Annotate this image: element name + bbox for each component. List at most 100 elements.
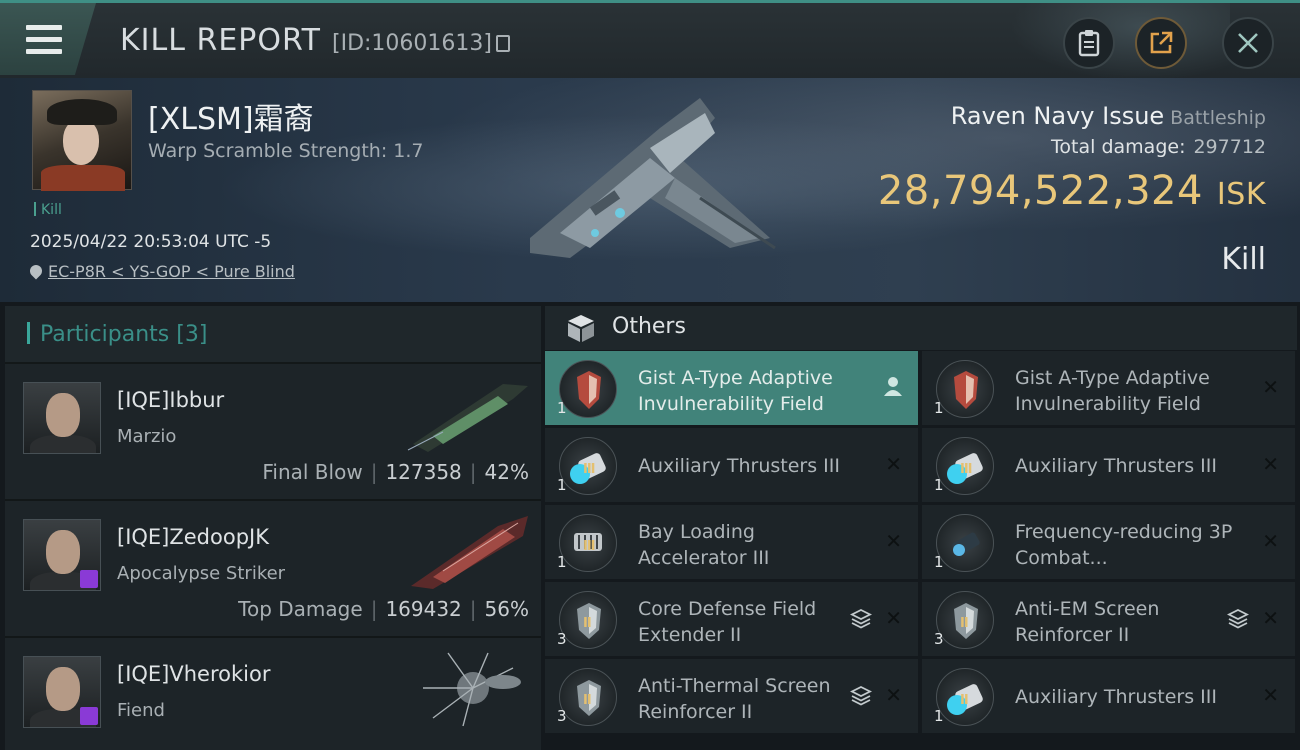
ship-class: Battleship	[1170, 107, 1266, 129]
isk-amount: 28,794,522,324	[877, 168, 1203, 214]
kill-id[interactable]: [ID:10601613]	[332, 31, 510, 56]
stack-icon[interactable]	[1227, 608, 1249, 630]
destroyed-icon: ✕	[1262, 683, 1279, 707]
isk-value: 28,794,522,324 ISK	[878, 168, 1266, 214]
stack-icon[interactable]	[850, 608, 872, 630]
items-title: Others	[612, 314, 686, 339]
participant-ship-image	[407, 384, 528, 452]
participants-header[interactable]: Participants [3]	[5, 306, 541, 364]
victim-name[interactable]: [XLSM]霜裔	[148, 94, 314, 138]
item-quantity: 3	[934, 630, 944, 648]
copy-icon[interactable]	[495, 35, 510, 52]
item-cell[interactable]: III 1 Auxiliary Thrusters III ✕	[922, 428, 1295, 502]
share-icon	[1150, 31, 1173, 54]
item-cell[interactable]: 1 Gist A-Type Adaptive Invulnerability F…	[922, 351, 1295, 425]
participant-damage: 127358	[385, 460, 462, 484]
hamburger-icon	[26, 25, 62, 61]
header-bar: KILL REPORT [ID:10601613]	[0, 0, 1300, 81]
victim-banner: [XLSM]霜裔 Warp Scramble Strength: 1.7 Kil…	[0, 78, 1300, 302]
item-name: Gist A-Type Adaptive Invulnerability Fie…	[1015, 367, 1210, 415]
participants-count: [3]	[176, 322, 208, 347]
participant-row[interactable]: [IQE]Vherokior Fiend	[5, 638, 541, 750]
destroyed-icon: ✕	[1262, 606, 1279, 630]
item-cell[interactable]: II 3 Anti-EM Screen Reinforcer II ✕	[922, 582, 1295, 656]
item-quantity: 1	[557, 476, 567, 494]
participant-percent: 42%	[484, 460, 529, 484]
item-quantity: 1	[934, 553, 944, 571]
item-name: Anti-EM Screen Reinforcer II	[1015, 598, 1160, 646]
victim-ship[interactable]: Raven Navy Issue Battleship	[951, 102, 1266, 130]
total-damage-value: 297712	[1193, 136, 1266, 158]
participant-ship-image	[423, 652, 521, 727]
item-name: Frequency-reducing 3P Combat...	[1015, 521, 1233, 569]
participant-damage: 169432	[385, 597, 462, 621]
destroyed-icon: ✕	[1262, 529, 1279, 553]
item-name: Core Defense Field Extender II	[638, 598, 817, 646]
item-cell[interactable]: 1 Frequency-reducing 3P Combat... ✕	[922, 505, 1295, 579]
participant-stats: Final Blow | 127358 | 42%	[262, 460, 529, 484]
ship-name: Raven Navy Issue	[950, 102, 1165, 130]
item-name: Auxiliary Thrusters III	[1015, 686, 1217, 708]
item-quantity: 1	[934, 707, 944, 725]
item-name: Auxiliary Thrusters III	[1015, 455, 1217, 477]
crystal-ammo-icon	[936, 514, 994, 572]
total-damage-label: Total damage:	[1051, 136, 1186, 158]
participant-avatar[interactable]	[23, 519, 101, 591]
kill-id-text: [ID:10601613]	[332, 31, 492, 56]
victim-ship-image	[530, 98, 776, 258]
tier-icon: III	[960, 462, 972, 477]
items-header: Others	[545, 306, 1297, 350]
destroyed-icon: ✕	[885, 606, 902, 630]
participant-ship: Apocalypse Striker	[117, 563, 286, 584]
participant-ship-image	[411, 516, 528, 589]
kill-location[interactable]: EC-P8R < YS-GOP < Pure Blind	[27, 262, 295, 281]
share-button[interactable]	[1135, 17, 1187, 69]
item-quantity: 3	[557, 630, 567, 648]
destroyed-icon: ✕	[885, 452, 902, 476]
tier-icon: II	[583, 693, 592, 708]
kill-result: Kill	[1221, 242, 1266, 277]
person-icon[interactable]	[882, 375, 904, 397]
item-cell[interactable]: III 1 Auxiliary Thrusters III ✕	[545, 428, 918, 502]
item-cell[interactable]: III 1 Bay Loading Accelerator III ✕	[545, 505, 918, 579]
item-name: Bay Loading Accelerator III	[638, 521, 770, 569]
participant-row[interactable]: [IQE]Ibbur Marzio Final Blow | 127358 | 42%	[5, 364, 541, 501]
clipboard-button[interactable]	[1063, 17, 1115, 69]
item-quantity: 1	[557, 399, 567, 417]
participants-panel: Participants [3] [IQE]Ibbur Marzio Final…	[5, 306, 541, 750]
item-cell[interactable]: II 3 Core Defense Field Extender II ✕	[545, 582, 918, 656]
participant-avatar[interactable]	[23, 382, 101, 454]
participant-avatar[interactable]	[23, 656, 101, 728]
menu-button[interactable]	[0, 3, 96, 75]
shield-module-icon	[936, 360, 994, 418]
item-quantity: 1	[934, 399, 944, 417]
destroyed-icon: ✕	[1262, 452, 1279, 476]
location-pin-icon	[27, 262, 45, 280]
participant-stats: Top Damage | 169432 | 56%	[238, 597, 529, 621]
total-damage: Total damage: 297712	[1051, 136, 1266, 158]
participant-ship: Marzio	[117, 426, 177, 447]
location-text[interactable]: EC-P8R < YS-GOP < Pure Blind	[48, 262, 295, 281]
participant-role: Final Blow	[262, 460, 363, 484]
tier-icon: II	[960, 616, 969, 631]
stack-icon[interactable]	[850, 685, 872, 707]
item-cell[interactable]: II 3 Anti-Thermal Screen Reinforcer II ✕	[545, 659, 918, 733]
omega-badge-icon	[80, 570, 98, 588]
page-title: KILL REPORT	[120, 23, 321, 58]
omega-badge-icon	[80, 707, 98, 725]
item-cell[interactable]: II 1 Auxiliary Thrusters III ✕	[922, 659, 1295, 733]
item-name: Auxiliary Thrusters III	[638, 455, 840, 477]
destroyed-icon: ✕	[885, 529, 902, 553]
destroyed-icon: ✕	[1262, 375, 1279, 399]
kill-tag: Kill	[34, 202, 62, 218]
participant-role: Top Damage	[238, 597, 363, 621]
tier-icon: II	[583, 616, 592, 631]
close-button[interactable]	[1222, 17, 1274, 69]
participant-row[interactable]: [IQE]ZedoopJK Apocalypse Striker Top Dam…	[5, 501, 541, 638]
tier-icon: II	[960, 693, 969, 708]
participant-ship: Fiend	[117, 700, 165, 721]
victim-portrait[interactable]	[32, 90, 132, 191]
item-cell[interactable]: 1 Gist A-Type Adaptive Invulnerability F…	[545, 351, 918, 425]
warp-scramble-strength: Warp Scramble Strength: 1.7	[148, 140, 424, 162]
item-name: Anti-Thermal Screen Reinforcer II	[638, 675, 831, 723]
